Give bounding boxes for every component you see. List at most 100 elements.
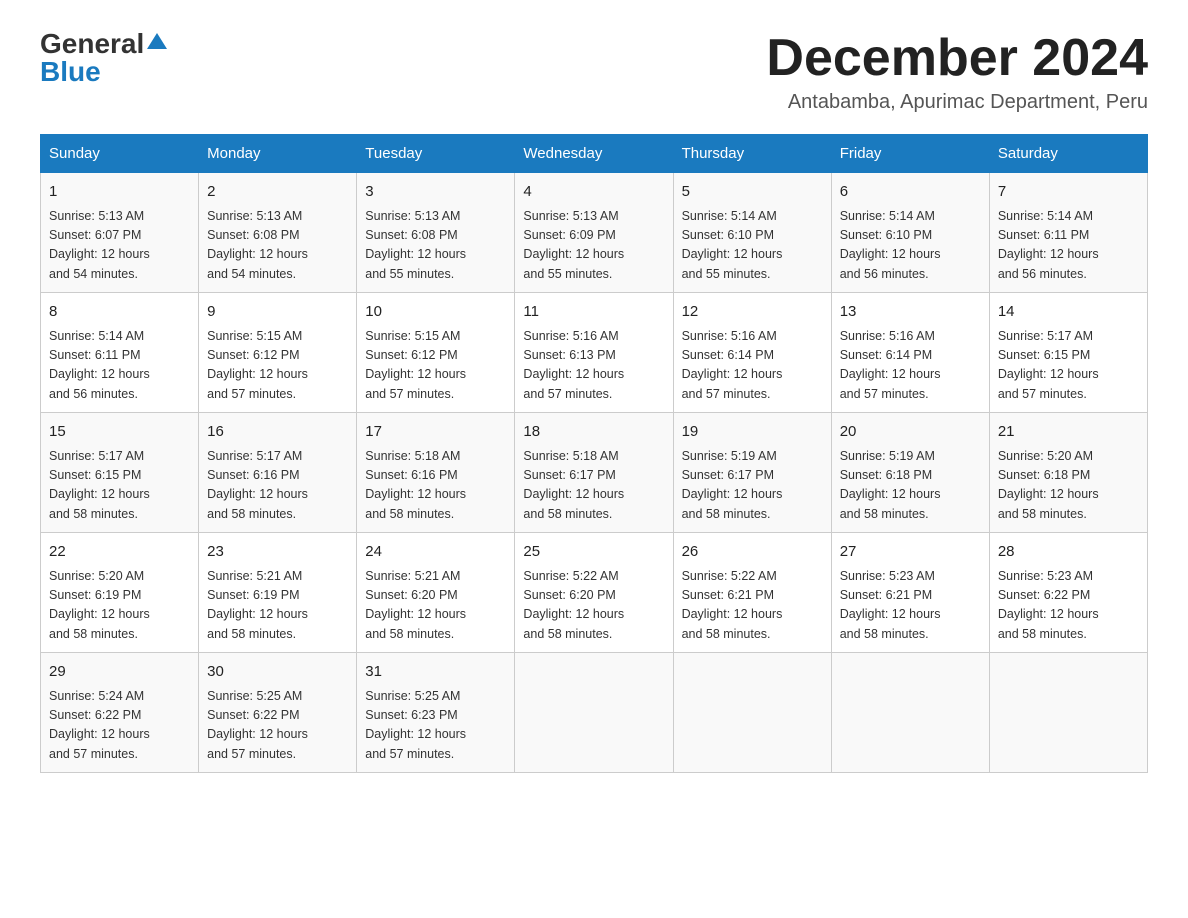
- day-info: Sunrise: 5:21 AMSunset: 6:19 PMDaylight:…: [207, 567, 348, 645]
- header-thursday: Thursday: [673, 135, 831, 173]
- calendar-cell: 2 Sunrise: 5:13 AMSunset: 6:08 PMDayligh…: [199, 173, 357, 293]
- calendar-cell: 27 Sunrise: 5:23 AMSunset: 6:21 PMDaylig…: [831, 533, 989, 653]
- day-number: 12: [682, 301, 823, 324]
- calendar-cell: 18 Sunrise: 5:18 AMSunset: 6:17 PMDaylig…: [515, 413, 673, 533]
- day-number: 22: [49, 541, 190, 564]
- day-info: Sunrise: 5:14 AMSunset: 6:10 PMDaylight:…: [682, 207, 823, 285]
- day-number: 6: [840, 181, 981, 204]
- day-info: Sunrise: 5:16 AMSunset: 6:14 PMDaylight:…: [840, 327, 981, 405]
- day-number: 24: [365, 541, 506, 564]
- header-sunday: Sunday: [41, 135, 199, 173]
- day-info: Sunrise: 5:15 AMSunset: 6:12 PMDaylight:…: [365, 327, 506, 405]
- logo-general-text: General: [40, 30, 144, 58]
- header-monday: Monday: [199, 135, 357, 173]
- calendar-cell: 26 Sunrise: 5:22 AMSunset: 6:21 PMDaylig…: [673, 533, 831, 653]
- header-tuesday: Tuesday: [357, 135, 515, 173]
- calendar-cell: 28 Sunrise: 5:23 AMSunset: 6:22 PMDaylig…: [989, 533, 1147, 653]
- day-number: 21: [998, 421, 1139, 444]
- day-number: 9: [207, 301, 348, 324]
- day-info: Sunrise: 5:15 AMSunset: 6:12 PMDaylight:…: [207, 327, 348, 405]
- day-number: 31: [365, 661, 506, 684]
- day-info: Sunrise: 5:22 AMSunset: 6:21 PMDaylight:…: [682, 567, 823, 645]
- calendar-cell: [831, 653, 989, 773]
- day-number: 18: [523, 421, 664, 444]
- calendar-cell: 12 Sunrise: 5:16 AMSunset: 6:14 PMDaylig…: [673, 293, 831, 413]
- calendar-cell: [515, 653, 673, 773]
- calendar-cell: 7 Sunrise: 5:14 AMSunset: 6:11 PMDayligh…: [989, 173, 1147, 293]
- day-info: Sunrise: 5:19 AMSunset: 6:18 PMDaylight:…: [840, 447, 981, 525]
- calendar-cell: [673, 653, 831, 773]
- day-info: Sunrise: 5:17 AMSunset: 6:16 PMDaylight:…: [207, 447, 348, 525]
- calendar-week-row: 1 Sunrise: 5:13 AMSunset: 6:07 PMDayligh…: [41, 173, 1148, 293]
- calendar-cell: 6 Sunrise: 5:14 AMSunset: 6:10 PMDayligh…: [831, 173, 989, 293]
- calendar-cell: 15 Sunrise: 5:17 AMSunset: 6:15 PMDaylig…: [41, 413, 199, 533]
- day-info: Sunrise: 5:13 AMSunset: 6:08 PMDaylight:…: [365, 207, 506, 285]
- day-info: Sunrise: 5:16 AMSunset: 6:13 PMDaylight:…: [523, 327, 664, 405]
- day-number: 27: [840, 541, 981, 564]
- calendar-header-row: SundayMondayTuesdayWednesdayThursdayFrid…: [41, 135, 1148, 173]
- day-number: 5: [682, 181, 823, 204]
- header-wednesday: Wednesday: [515, 135, 673, 173]
- day-number: 26: [682, 541, 823, 564]
- title-block: December 2024 Antabamba, Apurimac Depart…: [766, 30, 1148, 114]
- day-number: 7: [998, 181, 1139, 204]
- day-number: 2: [207, 181, 348, 204]
- calendar-table: SundayMondayTuesdayWednesdayThursdayFrid…: [40, 134, 1148, 773]
- day-info: Sunrise: 5:25 AMSunset: 6:22 PMDaylight:…: [207, 687, 348, 765]
- calendar-cell: 10 Sunrise: 5:15 AMSunset: 6:12 PMDaylig…: [357, 293, 515, 413]
- day-info: Sunrise: 5:13 AMSunset: 6:08 PMDaylight:…: [207, 207, 348, 285]
- calendar-week-row: 15 Sunrise: 5:17 AMSunset: 6:15 PMDaylig…: [41, 413, 1148, 533]
- day-info: Sunrise: 5:13 AMSunset: 6:07 PMDaylight:…: [49, 207, 190, 285]
- day-info: Sunrise: 5:16 AMSunset: 6:14 PMDaylight:…: [682, 327, 823, 405]
- calendar-cell: 19 Sunrise: 5:19 AMSunset: 6:17 PMDaylig…: [673, 413, 831, 533]
- day-info: Sunrise: 5:24 AMSunset: 6:22 PMDaylight:…: [49, 687, 190, 765]
- day-number: 20: [840, 421, 981, 444]
- location-title: Antabamba, Apurimac Department, Peru: [766, 91, 1148, 114]
- day-info: Sunrise: 5:21 AMSunset: 6:20 PMDaylight:…: [365, 567, 506, 645]
- day-info: Sunrise: 5:17 AMSunset: 6:15 PMDaylight:…: [998, 327, 1139, 405]
- calendar-cell: 8 Sunrise: 5:14 AMSunset: 6:11 PMDayligh…: [41, 293, 199, 413]
- calendar-week-row: 22 Sunrise: 5:20 AMSunset: 6:19 PMDaylig…: [41, 533, 1148, 653]
- day-number: 11: [523, 301, 664, 324]
- calendar-cell: 3 Sunrise: 5:13 AMSunset: 6:08 PMDayligh…: [357, 173, 515, 293]
- day-number: 28: [998, 541, 1139, 564]
- header-saturday: Saturday: [989, 135, 1147, 173]
- day-number: 19: [682, 421, 823, 444]
- page-header: General Blue December 2024 Antabamba, Ap…: [40, 30, 1148, 114]
- calendar-cell: 16 Sunrise: 5:17 AMSunset: 6:16 PMDaylig…: [199, 413, 357, 533]
- day-info: Sunrise: 5:20 AMSunset: 6:18 PMDaylight:…: [998, 447, 1139, 525]
- calendar-cell: 9 Sunrise: 5:15 AMSunset: 6:12 PMDayligh…: [199, 293, 357, 413]
- day-number: 13: [840, 301, 981, 324]
- header-friday: Friday: [831, 135, 989, 173]
- calendar-cell: 25 Sunrise: 5:22 AMSunset: 6:20 PMDaylig…: [515, 533, 673, 653]
- calendar-cell: 23 Sunrise: 5:21 AMSunset: 6:19 PMDaylig…: [199, 533, 357, 653]
- day-info: Sunrise: 5:23 AMSunset: 6:22 PMDaylight:…: [998, 567, 1139, 645]
- calendar-week-row: 29 Sunrise: 5:24 AMSunset: 6:22 PMDaylig…: [41, 653, 1148, 773]
- day-number: 15: [49, 421, 190, 444]
- day-number: 10: [365, 301, 506, 324]
- day-info: Sunrise: 5:20 AMSunset: 6:19 PMDaylight:…: [49, 567, 190, 645]
- calendar-cell: 14 Sunrise: 5:17 AMSunset: 6:15 PMDaylig…: [989, 293, 1147, 413]
- day-number: 14: [998, 301, 1139, 324]
- day-number: 30: [207, 661, 348, 684]
- day-info: Sunrise: 5:19 AMSunset: 6:17 PMDaylight:…: [682, 447, 823, 525]
- calendar-cell: 20 Sunrise: 5:19 AMSunset: 6:18 PMDaylig…: [831, 413, 989, 533]
- day-number: 25: [523, 541, 664, 564]
- calendar-cell: [989, 653, 1147, 773]
- day-info: Sunrise: 5:25 AMSunset: 6:23 PMDaylight:…: [365, 687, 506, 765]
- day-info: Sunrise: 5:22 AMSunset: 6:20 PMDaylight:…: [523, 567, 664, 645]
- day-number: 3: [365, 181, 506, 204]
- logo-icon: [146, 31, 168, 53]
- day-info: Sunrise: 5:17 AMSunset: 6:15 PMDaylight:…: [49, 447, 190, 525]
- day-info: Sunrise: 5:14 AMSunset: 6:11 PMDaylight:…: [998, 207, 1139, 285]
- calendar-cell: 13 Sunrise: 5:16 AMSunset: 6:14 PMDaylig…: [831, 293, 989, 413]
- day-info: Sunrise: 5:13 AMSunset: 6:09 PMDaylight:…: [523, 207, 664, 285]
- day-number: 4: [523, 181, 664, 204]
- day-info: Sunrise: 5:18 AMSunset: 6:17 PMDaylight:…: [523, 447, 664, 525]
- day-number: 23: [207, 541, 348, 564]
- day-info: Sunrise: 5:23 AMSunset: 6:21 PMDaylight:…: [840, 567, 981, 645]
- calendar-week-row: 8 Sunrise: 5:14 AMSunset: 6:11 PMDayligh…: [41, 293, 1148, 413]
- day-info: Sunrise: 5:18 AMSunset: 6:16 PMDaylight:…: [365, 447, 506, 525]
- logo-blue-text: Blue: [40, 58, 101, 86]
- calendar-cell: 4 Sunrise: 5:13 AMSunset: 6:09 PMDayligh…: [515, 173, 673, 293]
